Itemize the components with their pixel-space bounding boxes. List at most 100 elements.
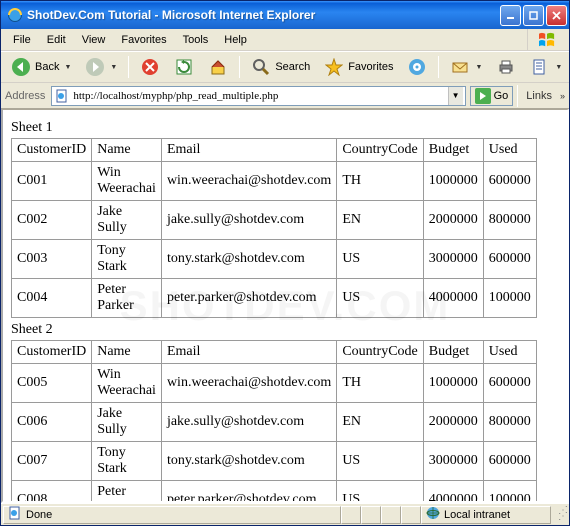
col-header: CountryCode	[337, 139, 423, 162]
table-cell: C008	[12, 481, 92, 504]
home-button[interactable]	[202, 53, 234, 81]
table-cell: tony.stark@shotdev.com	[161, 240, 336, 279]
address-dropdown[interactable]: ▼	[448, 87, 463, 105]
links-label[interactable]: Links	[522, 90, 556, 102]
data-table: CustomerIDNameEmailCountryCodeBudgetUsed…	[11, 340, 537, 503]
favorites-button[interactable]: Favorites	[318, 53, 399, 81]
back-icon	[11, 57, 31, 77]
address-label: Address	[3, 90, 47, 102]
page-icon	[54, 88, 70, 104]
menu-file[interactable]: File	[5, 32, 39, 48]
table-cell: JakeSully	[92, 403, 162, 442]
chevron-right-icon[interactable]: »	[560, 91, 567, 101]
menu-tools[interactable]: Tools	[175, 32, 217, 48]
table-cell: US	[337, 442, 423, 481]
chevron-down-icon: ▼	[64, 64, 71, 71]
edit-doc-icon	[530, 57, 550, 77]
table-cell: WinWeerachai	[92, 162, 162, 201]
chevron-down-icon: ▼	[555, 64, 562, 71]
close-button[interactable]	[546, 5, 567, 26]
menu-edit[interactable]: Edit	[39, 32, 74, 48]
table-cell: US	[337, 240, 423, 279]
forward-button[interactable]: ▼	[79, 53, 123, 81]
url-input[interactable]	[73, 88, 447, 104]
stop-button[interactable]	[134, 53, 166, 81]
search-button[interactable]: Search	[245, 53, 316, 81]
ie-icon	[7, 7, 23, 23]
address-bar: Address ▼ Go Links »	[1, 83, 569, 109]
table-cell: C004	[12, 279, 92, 318]
go-button[interactable]: Go	[470, 86, 514, 106]
table-cell: C005	[12, 364, 92, 403]
ie-window: ShotDev.Com Tutorial - Microsoft Interne…	[0, 0, 570, 526]
table-cell: win.weerachai@shotdev.com	[161, 364, 336, 403]
table-cell: 3000000	[423, 442, 483, 481]
table-cell: 3000000	[423, 240, 483, 279]
table-cell: 4000000	[423, 279, 483, 318]
table-cell: tony.stark@shotdev.com	[161, 442, 336, 481]
refresh-icon	[174, 57, 194, 77]
table-cell: 600000	[483, 162, 536, 201]
favorites-label: Favorites	[348, 61, 393, 73]
table-row: C007TonyStarktony.stark@shotdev.comUS300…	[12, 442, 537, 481]
table-cell: 600000	[483, 364, 536, 403]
address-box: ▼	[51, 86, 465, 106]
menu-favorites[interactable]: Favorites	[113, 32, 174, 48]
status-pane-1	[341, 506, 361, 524]
table-cell: TonyStark	[92, 240, 162, 279]
go-label: Go	[494, 90, 509, 102]
table-cell: 2000000	[423, 201, 483, 240]
col-header: CustomerID	[12, 139, 92, 162]
table-row: C003TonyStarktony.stark@shotdev.comUS300…	[12, 240, 537, 279]
sheet-title: Sheet 1	[11, 120, 559, 136]
go-icon	[475, 88, 491, 104]
table-cell: TH	[337, 364, 423, 403]
maximize-button[interactable]	[523, 5, 544, 26]
status-pane-4	[401, 506, 421, 524]
titlebar: ShotDev.Com Tutorial - Microsoft Interne…	[1, 1, 569, 29]
table-row: C002JakeSullyjake.sully@shotdev.comEN200…	[12, 201, 537, 240]
page-content: SHOTDEV.COM Sheet 1CustomerIDNameEmailCo…	[1, 109, 569, 503]
col-header: Name	[92, 341, 162, 364]
refresh-button[interactable]	[168, 53, 200, 81]
col-header: Budget	[423, 341, 483, 364]
table-cell: 4000000	[423, 481, 483, 504]
table-cell: 800000	[483, 403, 536, 442]
statusbar: Done Local intranet ⋰⋰	[1, 503, 569, 525]
table-cell: jake.sully@shotdev.com	[161, 201, 336, 240]
media-button[interactable]	[401, 53, 433, 81]
col-header: CountryCode	[337, 341, 423, 364]
col-header: Used	[483, 139, 536, 162]
menu-help[interactable]: Help	[216, 32, 255, 48]
minimize-button[interactable]	[500, 5, 521, 26]
print-button[interactable]	[490, 53, 522, 81]
col-header: Email	[161, 139, 336, 162]
table-row: C006JakeSullyjake.sully@shotdev.comEN200…	[12, 403, 537, 442]
menubar: File Edit View Favorites Tools Help	[1, 29, 569, 51]
forward-icon	[85, 57, 105, 77]
table-cell: 600000	[483, 442, 536, 481]
table-cell: peter.parker@shotdev.com	[161, 481, 336, 504]
mail-button[interactable]: ▼	[444, 53, 488, 81]
table-row: C005WinWeerachaiwin.weerachai@shotdev.co…	[12, 364, 537, 403]
table-cell: WinWeerachai	[92, 364, 162, 403]
back-button[interactable]: Back ▼	[5, 53, 77, 81]
table-cell: US	[337, 481, 423, 504]
table-cell: C003	[12, 240, 92, 279]
menu-view[interactable]: View	[74, 32, 114, 48]
table-cell: 100000	[483, 279, 536, 318]
col-header: CustomerID	[12, 341, 92, 364]
table-cell: 800000	[483, 201, 536, 240]
media-icon	[407, 57, 427, 77]
resize-grip[interactable]: ⋰⋰	[551, 508, 567, 521]
table-row: C004PeterParkerpeter.parker@shotdev.comU…	[12, 279, 537, 318]
table-cell: EN	[337, 201, 423, 240]
table-row: C001WinWeerachaiwin.weerachai@shotdev.co…	[12, 162, 537, 201]
col-header: Budget	[423, 139, 483, 162]
status-text: Done	[26, 509, 52, 521]
table-row: C008PeterParkerpeter.parker@shotdev.comU…	[12, 481, 537, 504]
sheet-title: Sheet 2	[11, 322, 559, 338]
print-icon	[496, 57, 516, 77]
edit-button[interactable]: ▼	[524, 53, 568, 81]
table-cell: EN	[337, 403, 423, 442]
